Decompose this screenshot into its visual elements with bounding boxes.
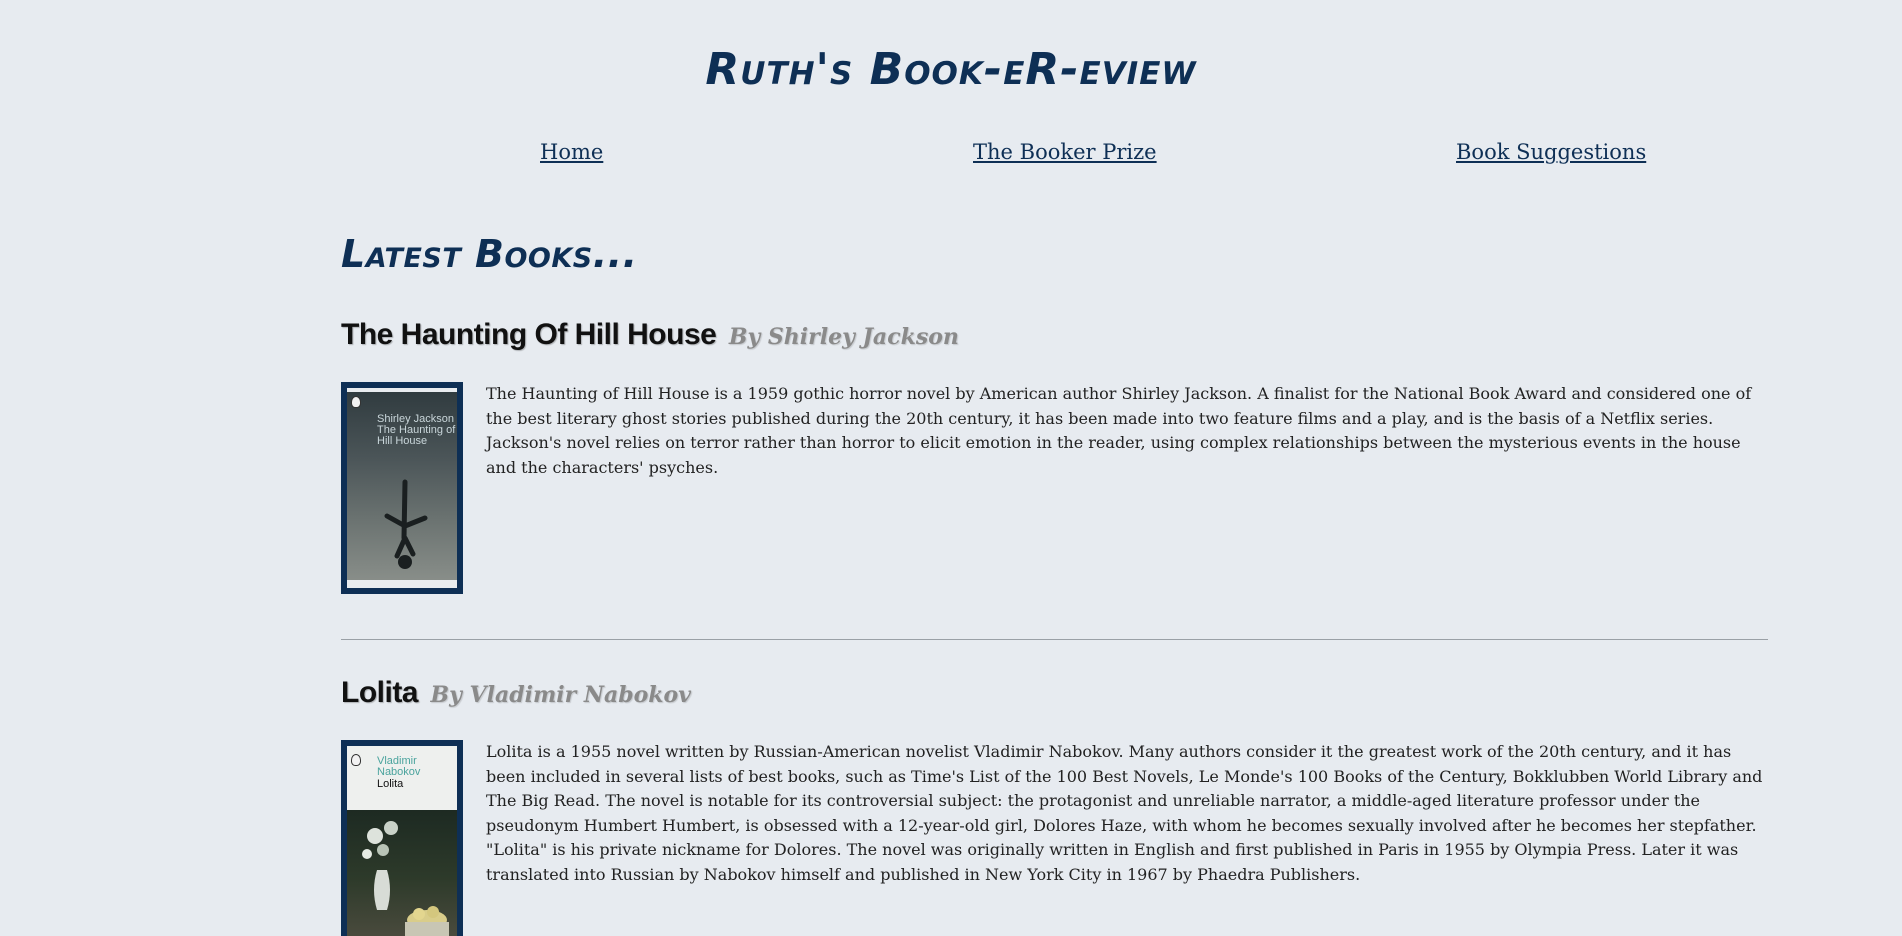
nav-link-booker-prize[interactable]: The Booker Prize bbox=[973, 140, 1157, 164]
cover-title: Lolita bbox=[377, 778, 404, 790]
penguin-logo-icon bbox=[351, 396, 361, 408]
site-title: Ruth's Book-eR-eview bbox=[705, 44, 1197, 95]
cover-text: Shirley Jackson The Haunting of Hill Hou… bbox=[377, 414, 457, 447]
penguin-logo-icon bbox=[351, 754, 361, 766]
book-header: Lolita By Vladimir Nabokov bbox=[341, 676, 1768, 710]
cover-title: The Haunting of Hill House bbox=[377, 424, 456, 447]
nav-link-book-suggestions[interactable]: Book Suggestions bbox=[1456, 140, 1646, 164]
nav-link-home[interactable]: Home bbox=[540, 140, 603, 164]
book-cover-image: Shirley Jackson The Haunting of Hill Hou… bbox=[341, 382, 463, 594]
falling-figure-icon bbox=[384, 479, 428, 569]
latest-books-heading: Latest Books... bbox=[341, 232, 638, 276]
book-cover-image: Vladimir Nabokov Lolita bbox=[341, 740, 463, 936]
main-nav: Home The Booker Prize Book Suggestions bbox=[340, 140, 1646, 170]
still-life-illustration bbox=[347, 810, 457, 936]
divider bbox=[341, 639, 1768, 640]
book-entry: The Haunting Of Hill House By Shirley Ja… bbox=[341, 318, 1768, 594]
page: Ruth's Book-eR-eview Home The Booker Pri… bbox=[0, 0, 1902, 936]
book-header: The Haunting Of Hill House By Shirley Ja… bbox=[341, 318, 1768, 352]
book-title: The Haunting Of Hill House bbox=[341, 318, 717, 351]
book-title: Lolita bbox=[341, 676, 419, 709]
book-description: Lolita is a 1955 novel written by Russia… bbox=[486, 742, 1763, 884]
book-author: By Shirley Jackson bbox=[728, 324, 959, 350]
cover-text: Vladimir Nabokov Lolita bbox=[377, 756, 457, 790]
cover-author: Vladimir Nabokov bbox=[377, 755, 421, 778]
book-author: By Vladimir Nabokov bbox=[430, 682, 691, 708]
book-description: The Haunting of Hill House is a 1959 got… bbox=[486, 384, 1752, 477]
book-entry: Lolita By Vladimir Nabokov Vladimir Nabo… bbox=[341, 676, 1768, 936]
